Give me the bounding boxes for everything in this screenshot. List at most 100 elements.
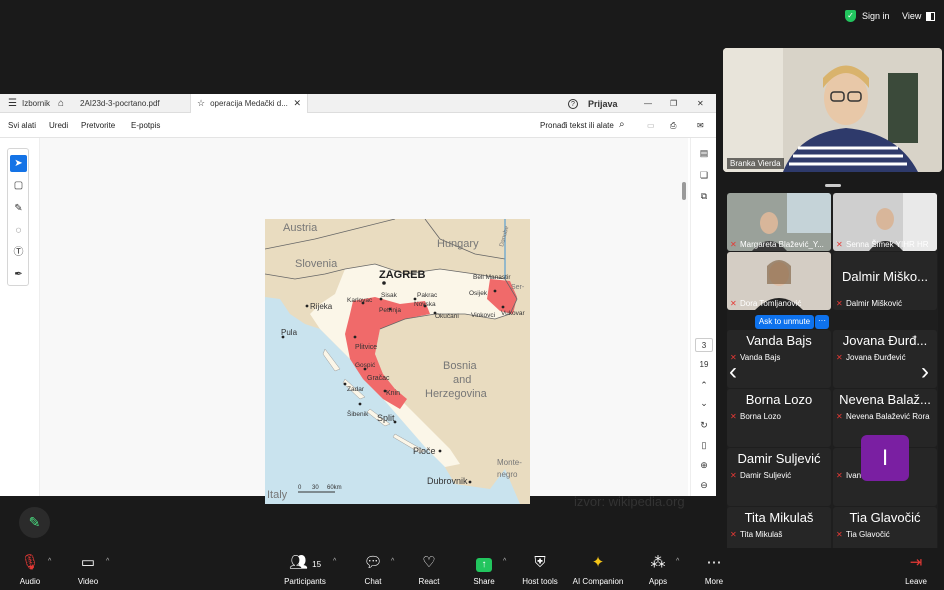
label-slovenia: Slovenia bbox=[295, 258, 338, 270]
page-up-icon[interactable]: ⌃ bbox=[695, 378, 713, 392]
leave-button[interactable]: ⇥ Leave bbox=[886, 553, 944, 586]
home-icon: ⌂ bbox=[58, 98, 65, 109]
mic-muted-icon: ✕ bbox=[730, 529, 737, 539]
mail-icon[interactable]: ✉ bbox=[697, 121, 704, 130]
host-tools-button[interactable]: ⛨ Host tools bbox=[510, 553, 570, 586]
gallery-next-icon[interactable]: › bbox=[921, 358, 929, 386]
bookmark-icon[interactable]: ❏ bbox=[695, 168, 713, 182]
zoom-out-icon[interactable]: ⊖ bbox=[695, 478, 713, 492]
save-icon[interactable]: ▭ bbox=[647, 121, 655, 130]
sign-in-button[interactable]: ✓ Sign in bbox=[845, 8, 890, 24]
label-zagreb: ZAGREB bbox=[379, 269, 426, 281]
tile-more-button[interactable]: ··· bbox=[815, 315, 829, 329]
label-osijek: Osijek bbox=[469, 290, 488, 297]
close-tab-icon[interactable]: ✕ bbox=[293, 98, 301, 109]
view-layout-icon bbox=[926, 11, 936, 21]
mic-muted-icon: ✕ bbox=[836, 298, 843, 308]
pdf-tab-bar: ☰ Izbornik ⌂ 2AI23d-3-pocrtano.pdf ☆ ope… bbox=[0, 94, 716, 113]
convert-menu[interactable]: Pretvorite bbox=[81, 121, 115, 130]
label-plitvice: Plitvice bbox=[355, 344, 377, 351]
maximize-button[interactable]: ❐ bbox=[664, 94, 683, 113]
video-options-chevron-icon[interactable]: ^ bbox=[106, 558, 109, 565]
participant-tile[interactable]: Vanda Bajs ✕ Vanda Bajs bbox=[727, 330, 831, 388]
label-pakrac: Pakrac bbox=[417, 292, 438, 299]
print-icon[interactable]: ⎙ bbox=[670, 121, 676, 131]
label-hungary: Hungary bbox=[437, 238, 479, 250]
label-petrinja: Petrinja bbox=[379, 307, 401, 314]
participant-tile[interactable]: Borna Lozo ✕ Borna Lozo bbox=[727, 389, 831, 447]
comments-icon[interactable]: ▤ bbox=[695, 146, 713, 160]
mic-muted-icon: ✕ bbox=[836, 411, 843, 421]
pen-icon[interactable]: ✎ bbox=[10, 200, 27, 217]
comment-icon[interactable]: ▢ bbox=[10, 177, 27, 194]
chat-options-chevron-icon[interactable]: ^ bbox=[391, 558, 394, 565]
participant-display-name: Tita Mikulaš bbox=[744, 510, 814, 525]
esign-menu[interactable]: E-potpis bbox=[131, 121, 160, 130]
tab-document-1[interactable]: 2AI23d-3-pocrtano.pdf bbox=[74, 94, 166, 113]
participants-icon: 👥︎ 15 bbox=[288, 554, 322, 571]
current-page-field[interactable]: 3 bbox=[695, 338, 713, 352]
label-gracac: Gračac bbox=[367, 375, 390, 382]
croatia-map: Austria Hungary Slovenia ZAGREB Beli Man… bbox=[265, 219, 530, 504]
minimize-button[interactable]: — bbox=[638, 94, 658, 113]
label-zadar: Zadar bbox=[347, 386, 365, 393]
participant-tile[interactable]: Dalmir Miško... ✕ Dalmir Mišković bbox=[833, 252, 937, 310]
participant-tile[interactable]: ✕ Senna Šimek YIHR HR bbox=[833, 193, 937, 251]
zoom-in-icon[interactable]: ⊕ bbox=[695, 458, 713, 472]
label-italy: Italy bbox=[267, 489, 288, 501]
participant-display-name: Tia Glavočić bbox=[849, 510, 921, 525]
label-herzegovina: Herzegovina bbox=[425, 388, 488, 400]
find-text-button[interactable]: Pronađi tekst ili alate bbox=[540, 121, 614, 130]
page-scrollbar[interactable] bbox=[682, 182, 686, 200]
ask-to-unmute-button[interactable]: Ask to unmute bbox=[755, 315, 814, 329]
source-caption: izvor: wikipedia.org bbox=[574, 494, 685, 509]
refresh-icon[interactable]: ↻ bbox=[695, 418, 713, 432]
panel-drag-handle[interactable] bbox=[825, 184, 841, 187]
label-scale-60: 60km bbox=[327, 485, 342, 491]
sign-icon[interactable]: ✒ bbox=[10, 266, 27, 283]
apps-options-chevron-icon[interactable]: ^ bbox=[676, 558, 679, 565]
react-button[interactable]: ♡ React bbox=[399, 553, 459, 586]
participant-tile[interactable]: ✕ Margareta Blažević_Y... bbox=[727, 193, 831, 251]
shield-icon: ⛨ bbox=[534, 554, 546, 571]
tab-document-2[interactable]: ☆ operacija Medački d... ✕ bbox=[190, 94, 308, 113]
participants-button[interactable]: 👥︎ 15 Participants bbox=[275, 553, 335, 586]
view-button[interactable]: View bbox=[902, 8, 936, 24]
page-down-icon[interactable]: ⌄ bbox=[695, 396, 713, 410]
help-icon: ? bbox=[568, 98, 578, 109]
participants-options-chevron-icon[interactable]: ^ bbox=[333, 558, 336, 565]
audio-options-chevron-icon[interactable]: ^ bbox=[48, 558, 51, 565]
text-box-icon[interactable]: Ⓣ bbox=[10, 244, 27, 261]
share-options-chevron-icon[interactable]: ^ bbox=[503, 558, 506, 565]
edit-menu[interactable]: Uredi bbox=[49, 121, 68, 130]
login-label: Prijava bbox=[588, 98, 618, 109]
participant-name: ✕ Dalmir Mišković bbox=[836, 298, 902, 308]
leave-icon: ⇥ bbox=[909, 554, 923, 571]
participant-display-name: Borna Lozo bbox=[745, 392, 813, 407]
pdf-page-area: Austria Hungary Slovenia ZAGREB Beli Man… bbox=[40, 138, 688, 509]
ai-companion-button[interactable]: ✦ AI Companion bbox=[566, 553, 630, 586]
all-tools-menu[interactable]: Svi alati bbox=[8, 121, 36, 130]
total-pages: 19 bbox=[699, 360, 709, 369]
search-icon[interactable]: ⌕ bbox=[619, 119, 625, 130]
annotate-pencil-icon[interactable]: ✎ bbox=[19, 507, 50, 538]
tab-label: operacija Medački d... bbox=[210, 99, 288, 108]
close-window-button[interactable]: ✕ bbox=[691, 94, 710, 113]
home-button[interactable]: ⌂ bbox=[52, 94, 70, 113]
mic-muted-icon: ✕ bbox=[836, 470, 843, 480]
label-dubrovnik: Dubrovnik bbox=[427, 476, 468, 486]
participant-tile[interactable]: Damir Suljević ✕ Damir Suljević bbox=[727, 448, 831, 506]
menu-button[interactable]: ☰ Izbornik bbox=[2, 94, 56, 113]
participant-tile[interactable]: ✕ Dora Tomljanović bbox=[727, 252, 831, 310]
login-button[interactable]: Prijava bbox=[582, 94, 624, 113]
select-cursor-icon[interactable]: ➤ bbox=[10, 155, 27, 172]
label-split: Split bbox=[377, 413, 395, 423]
lasso-icon[interactable]: ◌ bbox=[10, 222, 27, 239]
participant-name: ✕ Tia Glavočić bbox=[836, 529, 890, 539]
more-button[interactable]: ⋯ More bbox=[684, 553, 744, 586]
document-icon[interactable]: ▯ bbox=[695, 438, 713, 452]
speaker-video[interactable]: Branka Vierda bbox=[723, 48, 942, 172]
pages-icon[interactable]: ⧉ bbox=[695, 189, 713, 203]
gallery-prev-icon[interactable]: ‹ bbox=[729, 358, 737, 386]
help-button[interactable]: ? bbox=[562, 94, 584, 113]
